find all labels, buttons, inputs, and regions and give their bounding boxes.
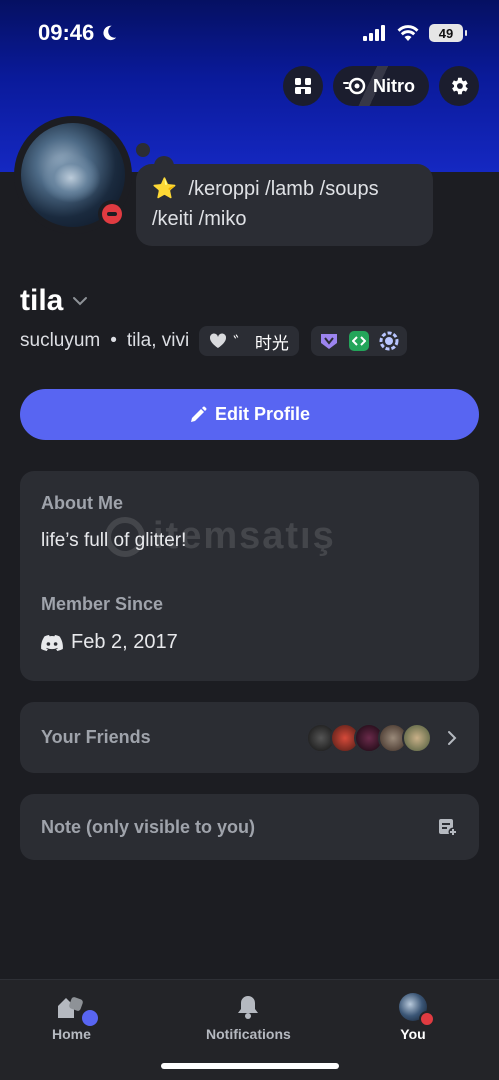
nav-notifications[interactable]: Notifications (206, 992, 291, 1042)
nitro-label: Nitro (373, 75, 415, 96)
badge-list (310, 326, 407, 356)
about-me-text: life’s full of glitter! (41, 530, 187, 551)
nav-home-label: Home (52, 1026, 91, 1042)
custom-status-bubble[interactable]: ⭐ /keroppi /lamb /soups /keiti /miko (136, 164, 433, 246)
clock-text: 09:46 (38, 20, 95, 45)
edit-profile-button[interactable]: Edit Profile (20, 389, 479, 440)
about-me-card: About Me life’s full of glitter! Member … (20, 471, 479, 681)
nav-you-label: You (400, 1026, 426, 1042)
nav-you[interactable]: You (396, 992, 435, 1042)
nav-notifications-label: Notifications (206, 1026, 291, 1042)
you-dnd-status-icon (419, 1011, 435, 1027)
note-label: Note (only visible to you) (41, 816, 256, 837)
server-tag-text: ゛ 时光 (233, 333, 289, 353)
hypesquad-badge-icon[interactable] (319, 331, 339, 351)
battery-level: 49 (438, 25, 454, 41)
member-since-row: Feb 2, 2017 (41, 631, 458, 654)
friend-avatar (402, 722, 432, 753)
your-friends-label: Your Friends (41, 727, 151, 747)
settings-button[interactable] (439, 66, 479, 106)
discord-icon (41, 634, 63, 651)
separator-dot: • (110, 330, 117, 351)
active-developer-badge-icon[interactable] (348, 331, 369, 351)
member-since-date: Feb 2, 2017 (71, 631, 178, 653)
member-since-label: Member Since (41, 594, 164, 614)
home-notification-badge (82, 1010, 99, 1026)
friend-avatar-stack (306, 722, 432, 753)
status-bar: 09:46 49 (0, 0, 499, 66)
custom-status-text: /keroppi /lamb /soups /keiti /miko (152, 178, 379, 230)
display-name-row[interactable]: tila (20, 284, 89, 318)
home-indicator[interactable] (161, 1063, 339, 1069)
username-text: sucluyum (20, 330, 101, 351)
nitro-badge-icon[interactable] (379, 331, 399, 351)
server-tag[interactable]: ゛ 时光 (199, 326, 299, 356)
nav-home[interactable]: Home (52, 992, 99, 1042)
chevron-right-icon (448, 730, 457, 745)
add-note-icon[interactable] (438, 817, 458, 837)
dnd-status-indicator (98, 200, 126, 228)
pronouns-text: tila, vivi (126, 330, 190, 351)
you-avatar (399, 993, 435, 1027)
star-emoji-icon: ⭐ (152, 178, 177, 200)
bell-icon (238, 996, 259, 1019)
shop-button[interactable] (283, 66, 323, 106)
note-card[interactable]: Note (only visible to you) (20, 794, 479, 860)
about-me-label: About Me (41, 493, 123, 513)
profile-subline: sucluyum • tila, vivi ゛ 时光 (20, 326, 407, 356)
heart-icon (210, 333, 227, 348)
status-time: 09:46 (38, 20, 118, 46)
wifi-icon (397, 25, 419, 41)
gear-icon (452, 77, 468, 95)
dnd-icon (102, 204, 122, 224)
nitro-icon (343, 77, 366, 95)
edit-profile-label: Edit Profile (214, 404, 310, 424)
nitro-button[interactable]: Nitro (333, 66, 429, 106)
pencil-icon (190, 406, 207, 422)
thought-bubble-dot (136, 143, 150, 157)
your-friends-card[interactable]: Your Friends (20, 702, 479, 773)
shop-icon (295, 78, 311, 94)
display-name: tila (20, 284, 64, 317)
moon-icon (103, 25, 117, 41)
signal-icon (363, 25, 385, 41)
chevron-down-icon (73, 297, 88, 306)
battery-icon: 49 (429, 24, 467, 42)
